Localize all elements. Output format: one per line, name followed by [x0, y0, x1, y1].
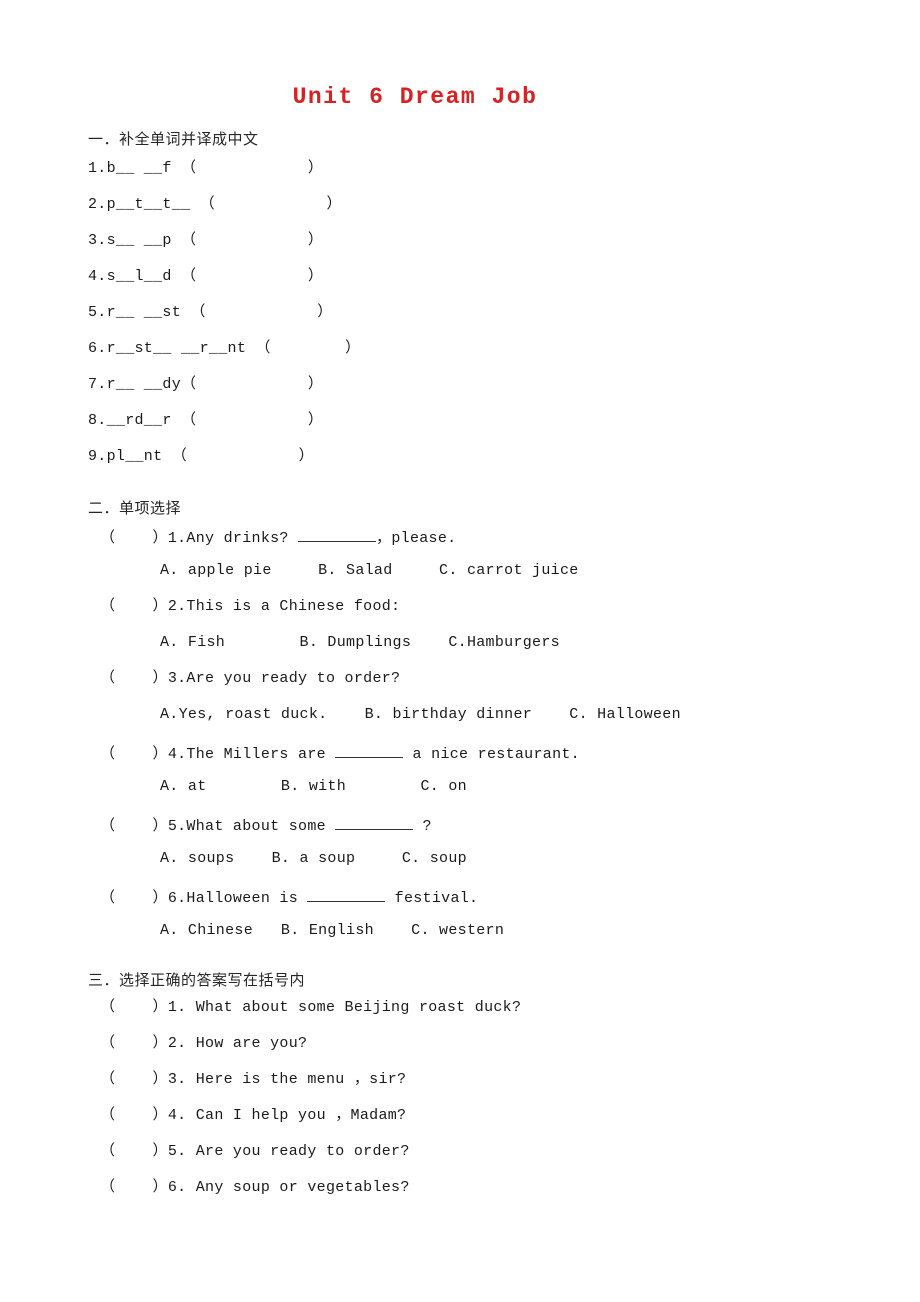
section-2-heading: 二．单项选择: [88, 498, 182, 517]
question-stem: This is a Chinese food:: [186, 598, 401, 615]
mc-question: （ ）4.The Millers are a nice restaurant.: [88, 743, 878, 779]
question-number: 3.: [167, 670, 187, 687]
answer-bracket[interactable]: （ ）: [100, 1107, 168, 1124]
item-text: Are you ready to order?: [186, 1142, 410, 1160]
item-number: 3.: [167, 1070, 187, 1088]
item-number: 1.: [167, 998, 187, 1016]
section-3-heading: 三．选择正确的答案写在括号内: [88, 971, 306, 989]
item-text: How are you?: [186, 1034, 308, 1052]
answer-bracket[interactable]: （ ）: [100, 1071, 168, 1088]
answer-bracket[interactable]: （ ）: [100, 890, 168, 907]
fill-blank[interactable]: [307, 887, 386, 902]
item-text: What about some Beijing roast duck?: [186, 998, 522, 1016]
mc-question: （ ）6.Halloween is festival.: [88, 887, 878, 923]
word-item: 5.r__ __st （ ）: [88, 303, 333, 321]
page-title: Unit 6 Dream Job: [292, 84, 538, 110]
answer-bracket[interactable]: （ ）: [100, 598, 168, 615]
mc-options[interactable]: A. at B. with C. on: [88, 779, 878, 815]
question-number: 1.: [167, 530, 187, 547]
answer-bracket[interactable]: （ ）: [100, 530, 168, 547]
word-item: 7.r__ __dy（ ）: [88, 375, 324, 393]
item-number: 5.: [167, 1142, 187, 1160]
answer-bracket[interactable]: （ ）: [100, 999, 168, 1016]
question-stem-tail: ?: [413, 818, 432, 835]
mc-question: （ ）1.Any drinks? ，please.: [88, 527, 878, 563]
fill-blank[interactable]: [298, 527, 377, 542]
worksheet-body: 一．补全单词并译成中文 1.b__ __f （ ） 2.p__t__t__ （ …: [88, 128, 878, 1216]
match-item: （ ）3. Here is the menu ，sir?: [88, 1072, 878, 1108]
word-item: 9.pl__nt （ ）: [88, 447, 314, 465]
mc-options[interactable]: A. apple pie B. Salad C. carrot juice: [88, 563, 878, 599]
answer-bracket[interactable]: （ ）: [100, 746, 168, 763]
answer-bracket[interactable]: （ ）: [100, 1035, 168, 1052]
question-number: 5.: [167, 818, 187, 835]
item-number: 2.: [167, 1034, 187, 1052]
question-stem: The Millers are: [186, 746, 336, 763]
word-item: 2.p__t__t__ （ ）: [88, 195, 342, 213]
mc-question: （ ）3.Are you ready to order?: [88, 671, 878, 707]
mc-question: （ ）2.This is a Chinese food:: [88, 599, 878, 635]
item-text: Any soup or vegetables?: [186, 1178, 410, 1196]
word-item: 6.r__st__ __r__nt （ ）: [88, 339, 361, 357]
question-stem: Are you ready to order?: [186, 670, 401, 687]
question-stem: Any drinks?: [186, 530, 299, 547]
mc-options[interactable]: A. Fish B. Dumplings C.Hamburgers: [88, 635, 878, 671]
question-stem-tail: ，please.: [376, 530, 457, 547]
question-stem-tail: a nice restaurant.: [403, 746, 580, 763]
word-item: 4.s__l__d （ ）: [88, 267, 324, 285]
question-number: 4.: [167, 746, 187, 763]
match-item: （ ）5. Are you ready to order?: [88, 1144, 878, 1180]
word-item: 1.b__ __f （ ）: [88, 159, 324, 177]
answer-bracket[interactable]: （ ）: [100, 1143, 168, 1160]
item-number: 6.: [167, 1178, 187, 1196]
question-stem-tail: festival.: [385, 890, 479, 907]
question-number: 2.: [167, 598, 187, 615]
answer-bracket[interactable]: （ ）: [100, 818, 168, 835]
item-text: Here is the menu ，sir?: [186, 1070, 407, 1088]
match-item: （ ）4. Can I help you ，Madam?: [88, 1108, 878, 1144]
match-item: （ ）2. How are you?: [88, 1036, 878, 1072]
section-1-heading: 一．补全单词并译成中文: [88, 130, 259, 148]
fill-blank[interactable]: [335, 815, 414, 830]
match-item: （ ）6. Any soup or vegetables?: [88, 1180, 878, 1216]
worksheet-page: Unit 6 Dream Job 一．补全单词并译成中文 1.b__ __f （…: [0, 0, 920, 1302]
word-item: 8.__rd__r （ ）: [88, 411, 324, 429]
mc-question: （ ）5.What about some ?: [88, 815, 878, 851]
item-text: Can I help you ，Madam?: [186, 1106, 407, 1124]
question-stem: Halloween is: [186, 890, 308, 907]
mc-options[interactable]: A. Chinese B. English C. western: [88, 923, 878, 959]
question-number: 6.: [167, 890, 187, 907]
word-item: 3.s__ __p （ ）: [88, 231, 324, 249]
answer-bracket[interactable]: （ ）: [100, 1179, 168, 1196]
mc-options[interactable]: A. soups B. a soup C. soup: [88, 851, 878, 887]
mc-options[interactable]: A.Yes, roast duck. B. birthday dinner C.…: [88, 707, 878, 743]
answer-bracket[interactable]: （ ）: [100, 670, 168, 687]
fill-blank[interactable]: [335, 743, 404, 758]
match-item: （ ）1. What about some Beijing roast duck…: [88, 1000, 878, 1036]
question-stem: What about some: [186, 818, 336, 835]
item-number: 4.: [167, 1106, 187, 1124]
